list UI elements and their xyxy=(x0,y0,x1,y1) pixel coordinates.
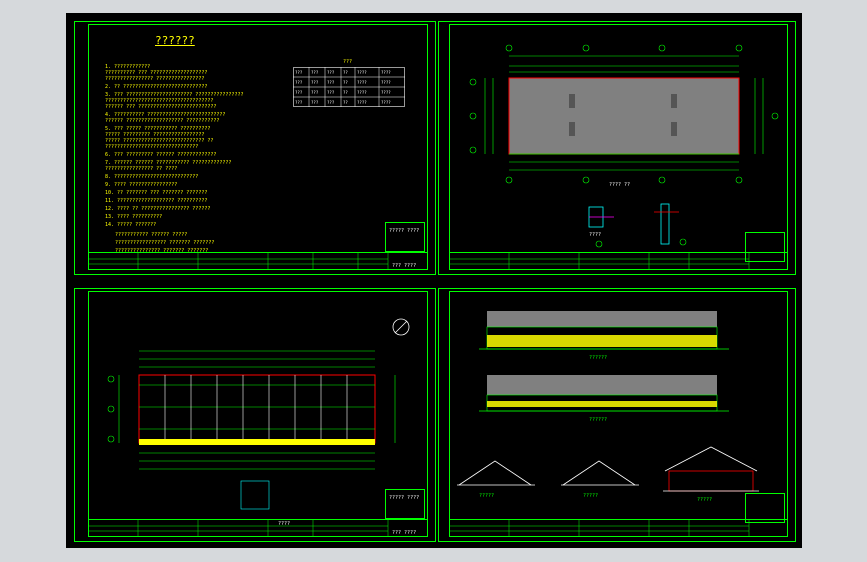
note-line: ?????? ??????????????????? ??????????? xyxy=(105,118,220,124)
table-cell: ?? xyxy=(343,100,348,105)
table-cell: ?? xyxy=(343,70,348,75)
title-block-grid xyxy=(449,253,750,270)
stamp-text: ????? ???? xyxy=(389,495,420,501)
title-block xyxy=(449,519,787,537)
table-cell: ??? xyxy=(327,90,335,95)
note-line: ???????????????? ???????????????? xyxy=(105,76,205,82)
note-line: 10. ?? ??????? ??? ??????? ??????? xyxy=(105,190,208,196)
note-line: ??????????????????????????????? xyxy=(105,144,199,150)
floor-plan-drawing xyxy=(107,318,410,510)
table-cell: ??? xyxy=(311,100,319,105)
note-line: 14. ????? ??????? xyxy=(105,222,157,228)
roof-plan-caption: ???? ?? xyxy=(609,182,631,188)
table-cell: ?? xyxy=(343,80,348,85)
note-line: 13. ???? ?????????? xyxy=(105,214,163,220)
table-cell: ??? xyxy=(295,100,303,105)
elevation1-caption: ?????? xyxy=(589,355,608,361)
floor-plan-caption: ???? xyxy=(278,521,291,527)
table-title: ??? xyxy=(343,59,353,65)
notes-title: ?????? xyxy=(155,34,195,47)
sheet-elevations[interactable]: ?????? ?????? ????? ????? ????? xyxy=(438,288,796,542)
section1-caption: ????? xyxy=(479,493,495,499)
sheet-roof-plan[interactable]: ???? ?? ???? xyxy=(438,21,796,275)
sheet-design-notes[interactable]: ?????? 1. ???????????? ?????????? ??? ??… xyxy=(74,21,436,275)
section2-caption: ????? xyxy=(583,493,599,499)
note-line: 12. ???? ?? ???????????????? ?????? xyxy=(105,206,211,212)
cad-viewport[interactable]: ?????? 1. ???????????? ?????????? ??? ??… xyxy=(66,13,802,548)
table-cell: ???? xyxy=(357,70,367,75)
table-cell: ??? xyxy=(327,80,335,85)
section3-caption: ????? xyxy=(697,497,713,503)
table-cell: ??? xyxy=(311,80,319,85)
elevations-drawing xyxy=(457,311,759,492)
table-cell: ???? xyxy=(381,70,391,75)
elevation2-caption: ?????? xyxy=(589,417,608,423)
table-cell: ???? xyxy=(381,90,391,95)
detail-caption: ???? xyxy=(589,232,602,238)
note-line: 6. ??? ????????? ?????? ????????????? xyxy=(105,152,217,158)
legend-line: ??????????? ?????? ????? xyxy=(115,232,188,238)
note-line: 11. ??????????????????? ?????????? xyxy=(105,198,208,204)
title-block-grid xyxy=(449,520,750,537)
note-line: 2. ?? ???????????????????????????? xyxy=(105,84,208,90)
title-block-grid xyxy=(88,520,389,537)
table-cell: ??? xyxy=(295,70,303,75)
table-cell: ?? xyxy=(343,90,348,95)
finish-table: ??? ??? ??? ?? ???? ???? ??? ??? ??? ?? … xyxy=(293,67,405,107)
title-block: ???? ??? ???? xyxy=(88,519,427,537)
stamp-box xyxy=(385,489,425,519)
roof-plan-drawing xyxy=(469,44,779,248)
table-cell: ???? xyxy=(381,80,391,85)
stamp-text: ????? ???? xyxy=(389,228,420,234)
legend-line: ????????????????? ??????? ??????? xyxy=(115,240,215,246)
sheet-floor-plan[interactable]: ????? ???? ???? ??? ???? xyxy=(74,288,436,542)
stamp-box xyxy=(385,222,425,252)
note-line: ?????? ??? ?????????????????????????? xyxy=(105,104,217,110)
table-cell: ???? xyxy=(357,100,367,105)
table-cell: ??? xyxy=(311,90,319,95)
title-block xyxy=(449,252,787,270)
table-cell: ??? xyxy=(327,100,335,105)
table-cell: ??? xyxy=(295,90,303,95)
table-cell: ???? xyxy=(357,90,367,95)
note-line: 9. ???? ???????????????? xyxy=(105,182,178,188)
title-block: ??? ???? xyxy=(88,252,427,270)
table-cell: ???? xyxy=(381,100,391,105)
table-cell: ??? xyxy=(327,70,335,75)
table-cell: ???? xyxy=(357,80,367,85)
title-block-text: ??? ???? xyxy=(392,263,417,269)
note-line: ???????????????? ?? ???? xyxy=(105,166,178,172)
title-block-text: ??? ???? xyxy=(392,530,417,536)
table-cell: ??? xyxy=(295,80,303,85)
table-cell: ??? xyxy=(311,70,319,75)
title-block-grid xyxy=(88,253,389,270)
note-line: 8. ???????????????????????????? xyxy=(105,174,199,180)
